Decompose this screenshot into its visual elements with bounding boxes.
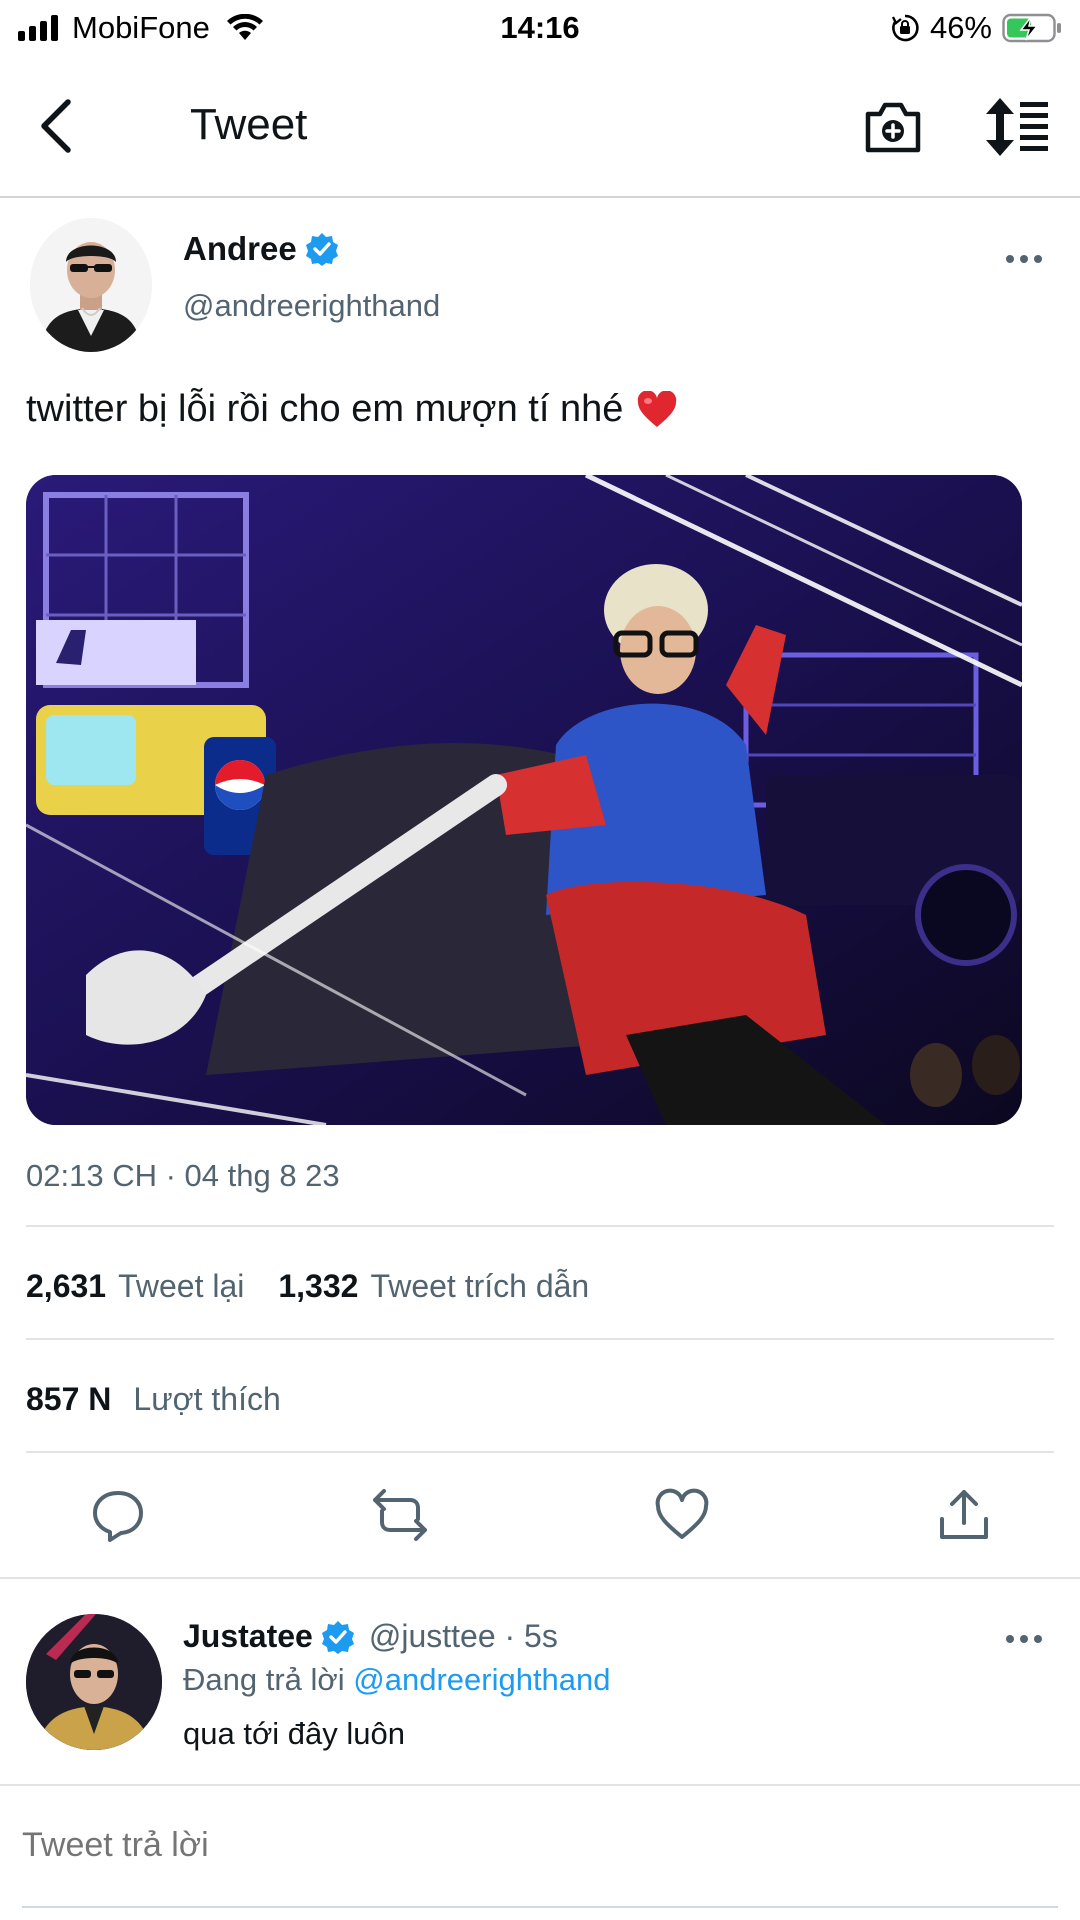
- replying-to-line: Đang trả lời @andreerighthand: [183, 1662, 611, 1698]
- tweet-text-row: twitter bị lỗi rồi cho em mượn tí nhé: [26, 388, 677, 431]
- author-name-row: Andree: [183, 230, 339, 268]
- quotes-label: Tweet trích dẫn: [370, 1268, 590, 1304]
- compose-divider: [0, 1784, 1080, 1786]
- divider: [26, 1451, 1054, 1453]
- verified-badge-icon: [321, 1620, 354, 1654]
- retweets-stat[interactable]: 2,631 Tweet lại: [26, 1268, 244, 1305]
- section-divider: [0, 1577, 1080, 1579]
- more-options-icon[interactable]: [1004, 252, 1044, 266]
- retweets-count: 2,631: [26, 1268, 107, 1304]
- reply-handle-time: @justtee · 5s: [368, 1618, 558, 1654]
- page-title: Tweet: [190, 100, 308, 149]
- tweet-timestamp: 02:13 CH · 04 thg 8 23: [26, 1158, 340, 1193]
- author-handle[interactable]: @andreerighthand: [183, 288, 440, 324]
- reply-icon[interactable]: [90, 1487, 146, 1543]
- back-arrow-icon[interactable]: [32, 94, 82, 158]
- reply-author-name[interactable]: Justatee: [183, 1618, 313, 1655]
- status-bar: MobiFone 14:16 46%: [0, 0, 1080, 56]
- reply-more-options-icon[interactable]: [1004, 1632, 1044, 1646]
- author-avatar[interactable]: [30, 218, 152, 352]
- tweet-media-image[interactable]: [26, 475, 1022, 1125]
- battery-percent: 46%: [929, 10, 992, 45]
- top-nav-bar: Tweet: [0, 56, 1080, 198]
- likes-label: Lượt thích: [133, 1381, 281, 1417]
- compose-underline: [22, 1906, 1058, 1908]
- tweet-action-bar: [0, 1475, 1080, 1559]
- status-right: 46%: [890, 10, 1062, 46]
- quotes-stat[interactable]: 1,332 Tweet trích dẫn: [278, 1268, 589, 1305]
- battery-charging-icon: [1002, 13, 1061, 43]
- verified-badge-icon: [305, 233, 338, 266]
- tweet-text: twitter bị lỗi rồi cho em mượn tí nhé: [26, 388, 624, 430]
- camera-add-icon[interactable]: [862, 96, 924, 158]
- retweet-stats-row: 2,631 Tweet lại 1,332 Tweet trích dẫn: [26, 1268, 589, 1305]
- retweets-label: Tweet lại: [118, 1268, 245, 1304]
- sort-icon[interactable]: [984, 96, 1050, 158]
- rotation-lock-icon: [891, 14, 919, 42]
- reply-text: qua tới đây luôn: [183, 1716, 405, 1751]
- reply-avatar-portrait: [26, 1614, 162, 1750]
- heart-emoji-icon: [638, 390, 677, 427]
- reply-compose-input[interactable]: [22, 1826, 1022, 1865]
- quotes-count: 1,332: [278, 1268, 359, 1304]
- divider: [26, 1225, 1054, 1227]
- media-scene: [26, 475, 1022, 1125]
- author-name[interactable]: Andree: [183, 230, 297, 268]
- retweet-icon[interactable]: [372, 1487, 428, 1543]
- like-icon[interactable]: [654, 1487, 710, 1543]
- likes-stat[interactable]: 857 N Lượt thích: [26, 1381, 281, 1418]
- replying-to-mention[interactable]: @andreerighthand: [353, 1662, 610, 1697]
- share-icon[interactable]: [936, 1487, 992, 1543]
- reply-header: Justatee @justtee · 5s: [183, 1618, 558, 1655]
- avatar-portrait: [30, 218, 152, 352]
- replying-to-prefix: Đang trả lời: [183, 1662, 345, 1697]
- divider: [26, 1338, 1054, 1340]
- reply-author-avatar[interactable]: [26, 1614, 162, 1750]
- likes-count: 857 N: [26, 1381, 112, 1417]
